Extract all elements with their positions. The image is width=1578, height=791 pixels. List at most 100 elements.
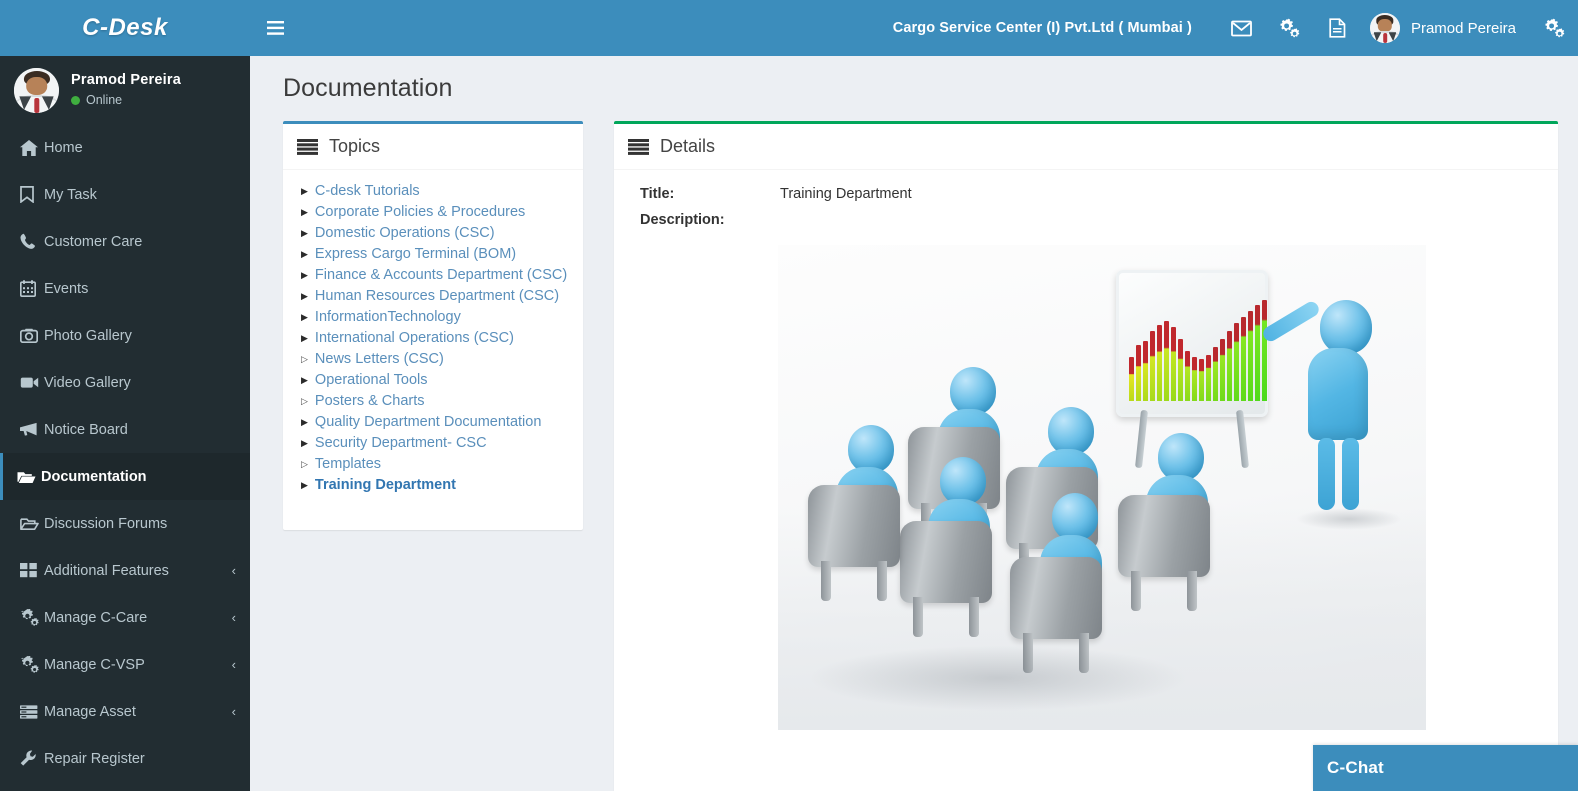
topbar-user-menu[interactable]: Pramod Pereira [1362, 0, 1530, 56]
topic-list-item[interactable]: ▶ Quality Department Documentation [301, 412, 569, 433]
sidebar-item-repair-register[interactable]: Repair Register [0, 735, 250, 782]
sidebar-item-my-task[interactable]: My Task [0, 171, 250, 218]
topics-panel-body: ▶ C-desk Tutorials ▶ Corporate Policies & P… [283, 170, 583, 510]
sidebar-item-label: Additional Features [44, 562, 169, 579]
topic-link[interactable]: Templates [315, 454, 381, 475]
triangle-marker-icon: ▷ [301, 459, 308, 469]
sidebar: C-Desk Pramod Pereira Online Home My Task… [0, 0, 250, 791]
sidebar-item-customer-care[interactable]: Customer Care [0, 218, 250, 265]
chair [1118, 495, 1210, 611]
c-chat-widget[interactable]: C-Chat [1313, 745, 1578, 791]
chair [808, 485, 900, 601]
brand-title: C-Desk [82, 14, 168, 41]
triangle-marker-icon: ▶ [301, 375, 308, 385]
topic-list-item[interactable]: ▶ Security Department- CSC [301, 433, 569, 454]
sidebar-item-label: Customer Care [44, 233, 143, 250]
topic-link[interactable]: Posters & Charts [315, 391, 425, 412]
triangle-marker-icon: ▷ [301, 396, 308, 406]
triangle-marker-icon: ▶ [301, 270, 308, 280]
sidebar-item-label: Home [44, 139, 83, 156]
sidebar-item-discussion-forums[interactable]: Discussion Forums [0, 500, 250, 547]
topic-link[interactable]: C-desk Tutorials [315, 181, 420, 202]
topic-list-item[interactable]: ▶ InformationTechnology [301, 307, 569, 328]
topic-list-item[interactable]: ▷ Templates [301, 454, 569, 475]
topic-link[interactable]: Domestic Operations (CSC) [315, 223, 495, 244]
topic-link[interactable]: News Letters (CSC) [315, 349, 444, 370]
details-panel-body: Title: Training Department Description: [614, 170, 1558, 744]
detail-label-description: Description: [640, 212, 725, 228]
topic-link[interactable]: Operational Tools [315, 370, 428, 391]
details-panel: Details Title: Training Department Descr… [614, 121, 1558, 791]
settings-gear-icon[interactable] [1530, 0, 1578, 56]
presenter-figure [1260, 299, 1402, 530]
sidebar-user-panel[interactable]: Pramod Pereira Online [0, 56, 250, 124]
sidebar-item-manage-c-vsp[interactable]: Manage C-VSP ‹ [0, 641, 250, 688]
folder-open-icon [17, 470, 41, 484]
folder-outline-icon [20, 517, 44, 531]
sidebar-item-label: Manage Asset [44, 703, 136, 720]
sidebar-item-label: Notice Board [44, 421, 128, 438]
detail-row-description: Description: [628, 207, 1544, 233]
topic-link[interactable]: Human Resources Department (CSC) [315, 286, 559, 307]
sidebar-item-notice-board[interactable]: Notice Board [0, 406, 250, 453]
topic-link[interactable]: International Operations (CSC) [315, 328, 514, 349]
topic-list-item[interactable]: ▶ International Operations (CSC) [301, 328, 569, 349]
hamburger-icon[interactable] [250, 0, 300, 56]
sidebar-item-label: Manage C-Care [44, 609, 148, 626]
sidebar-item-video-gallery[interactable]: Video Gallery [0, 359, 250, 406]
chevron-left-icon: ‹ [231, 657, 236, 672]
sidebar-item-home[interactable]: Home [0, 124, 250, 171]
envelope-icon[interactable] [1218, 0, 1266, 56]
chevron-left-icon: ‹ [231, 563, 236, 578]
sidebar-item-events[interactable]: Events [0, 265, 250, 312]
topic-list-item[interactable]: ▶ Express Cargo Terminal (BOM) [301, 244, 569, 265]
topics-list: ▶ C-desk Tutorials ▶ Corporate Policies & P… [297, 181, 569, 496]
online-status-dot [71, 95, 80, 105]
topic-link[interactable]: Express Cargo Terminal (BOM) [315, 244, 516, 265]
home-icon [20, 139, 44, 156]
sidebar-user-info: Pramod Pereira Online [71, 71, 181, 109]
topic-list-item[interactable]: ▶ Operational Tools [301, 370, 569, 391]
board-bar-chart [1129, 297, 1267, 401]
file-icon[interactable] [1314, 0, 1362, 56]
triangle-marker-icon: ▶ [301, 438, 308, 448]
main-region: Cargo Service Center (I) Pvt.Ltd ( Mumba… [250, 0, 1578, 791]
chevron-left-icon: ‹ [231, 610, 236, 625]
topic-list-item[interactable]: ▷ Posters & Charts [301, 391, 569, 412]
topic-link[interactable]: InformationTechnology [315, 307, 461, 328]
topic-list-item[interactable]: ▷ News Letters (CSC) [301, 349, 569, 370]
page-title: Documentation [283, 74, 453, 102]
sidebar-item-additional-features[interactable]: Additional Features ‹ [0, 547, 250, 594]
topic-list-item[interactable]: ▶ C-desk Tutorials [301, 181, 569, 202]
detail-row-title: Title: Training Department [628, 181, 1544, 207]
bookmark-icon [20, 186, 44, 203]
sidebar-item-label: My Task [44, 186, 97, 203]
sidebar-item-photo-gallery[interactable]: Photo Gallery [0, 312, 250, 359]
topic-link[interactable]: Training Department [315, 475, 456, 496]
sidebar-item-manage-c-care[interactable]: Manage C-Care ‹ [0, 594, 250, 641]
sidebar-item-label: Photo Gallery [44, 327, 132, 344]
topic-link[interactable]: Finance & Accounts Department (CSC) [315, 265, 567, 286]
cogs-icon[interactable] [1266, 0, 1314, 56]
sidebar-item-manage-asset[interactable]: Manage Asset ‹ [0, 688, 250, 735]
phone-icon [20, 233, 44, 250]
topic-list-item[interactable]: ▶ Training Department [301, 475, 569, 496]
topic-link[interactable]: Corporate Policies & Procedures [315, 202, 525, 223]
cogs-icon [20, 609, 44, 626]
topic-list-item[interactable]: ▶ Human Resources Department (CSC) [301, 286, 569, 307]
bars-icon [628, 138, 649, 155]
sidebar-item-label: Events [44, 280, 89, 297]
sidebar-user-status: Online [71, 91, 181, 109]
topic-list-item[interactable]: ▶ Finance & Accounts Department (CSC) [301, 265, 569, 286]
wrench-icon [20, 750, 44, 767]
bullhorn-icon [20, 422, 44, 437]
sidebar-item-label: Documentation [41, 468, 147, 485]
topbar: Cargo Service Center (I) Pvt.Ltd ( Mumba… [250, 0, 1578, 56]
topic-list-item[interactable]: ▶ Corporate Policies & Procedures [301, 202, 569, 223]
brand-logo[interactable]: C-Desk [0, 0, 250, 56]
topic-link[interactable]: Security Department- CSC [315, 433, 487, 454]
chevron-left-icon: ‹ [231, 704, 236, 719]
sidebar-item-documentation[interactable]: Documentation [0, 453, 250, 500]
topic-link[interactable]: Quality Department Documentation [315, 412, 541, 433]
topic-list-item[interactable]: ▶ Domestic Operations (CSC) [301, 223, 569, 244]
